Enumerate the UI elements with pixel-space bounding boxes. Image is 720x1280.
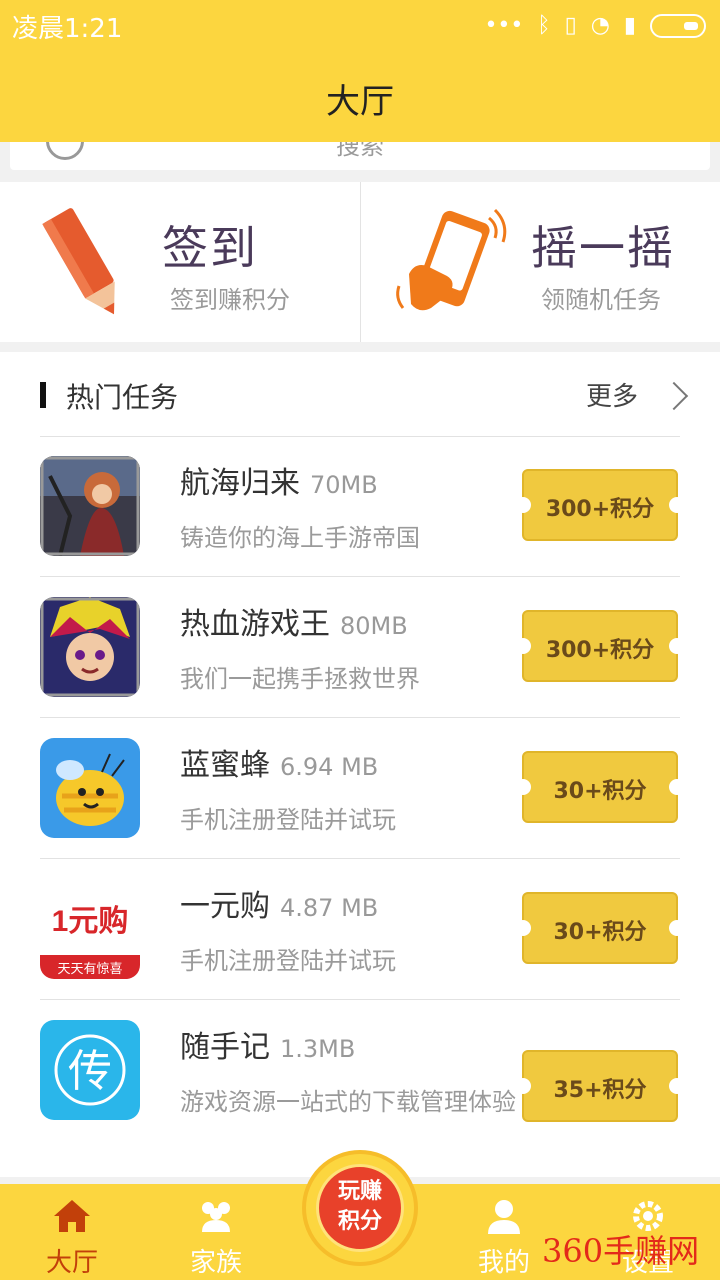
more-dots-icon: ••• xyxy=(484,13,524,38)
task-row[interactable]: 航海归来 70MB 铸造你的海上手游帝国 300+积分 xyxy=(0,436,720,577)
earn-points-button[interactable]: 玩赚 积分 xyxy=(302,1150,418,1266)
tab-label: 家族 xyxy=(189,1248,242,1278)
vibrate-icon: ▯ xyxy=(564,13,577,38)
task-description: 我们一起携手拯救世界 xyxy=(180,665,420,693)
app-header: 大厅 xyxy=(0,52,720,142)
task-description: 铸造你的海上手游帝国 xyxy=(180,524,420,552)
tab-label: 大厅 xyxy=(45,1248,98,1278)
reward-ticket[interactable]: 30+积分 xyxy=(515,751,685,823)
task-size: 80MB xyxy=(340,612,408,640)
task-size: 4.87 MB xyxy=(280,894,379,922)
task-name: 蓝蜜蜂 6.94 MB xyxy=(180,748,379,783)
tab-family[interactable]: 家族 xyxy=(156,1184,276,1280)
game-icon-rexue xyxy=(40,597,140,697)
bluetooth-icon: ᛒ xyxy=(537,13,551,38)
section-marker xyxy=(40,382,46,408)
task-description: 手机注册登陆并试玩 xyxy=(180,806,396,834)
search-placeholder: 搜索 xyxy=(336,142,384,160)
task-row[interactable]: 蓝蜜蜂 6.94 MB 手机注册登陆并试玩 30+积分 xyxy=(0,718,720,859)
task-name: 随手记 1.3MB xyxy=(180,1030,356,1065)
status-icons: ••• ᛒ ▯ ◔ ▮ xyxy=(484,10,706,42)
reward-label: 300+积分 xyxy=(545,497,655,522)
quick-actions: 签到 签到赚积分 摇一摇 领随机任务 xyxy=(0,182,720,342)
task-name: 航海归来 70MB xyxy=(180,466,378,501)
sign-in-card[interactable]: 签到 签到赚积分 xyxy=(0,182,360,342)
shake-phone-icon xyxy=(396,208,507,311)
shake-card[interactable]: 摇一摇 领随机任务 xyxy=(360,182,720,342)
reward-label: 30+积分 xyxy=(553,920,647,945)
hot-tasks-title: 热门任务 xyxy=(66,381,179,414)
task-size: 70MB xyxy=(310,471,378,499)
reward-label: 300+积分 xyxy=(545,638,655,663)
more-link[interactable]: 更多 xyxy=(586,376,638,413)
reward-ticket[interactable]: 300+积分 xyxy=(515,610,685,682)
svg-text:1元购: 1元购 xyxy=(52,905,129,938)
svg-text:天天有惊喜: 天天有惊喜 xyxy=(57,961,122,976)
reward-ticket[interactable]: 300+积分 xyxy=(515,469,685,541)
home-icon xyxy=(54,1200,90,1232)
shake-subtitle: 领随机任务 xyxy=(541,286,661,314)
family-icon xyxy=(202,1202,230,1232)
task-name: 一元购 4.87 MB xyxy=(180,889,379,924)
svg-text:传: 传 xyxy=(68,1046,112,1097)
reward-ticket[interactable]: 35+积分 xyxy=(515,1050,685,1122)
status-time: 凌晨1:21 xyxy=(12,14,123,44)
hot-tasks-header: 热门任务 更多 xyxy=(0,352,720,436)
user-icon xyxy=(488,1200,520,1234)
earn-points-label: 玩赚 积分 xyxy=(337,1179,382,1234)
sign-in-title: 签到 xyxy=(162,221,258,275)
task-name: 热血游戏王 80MB xyxy=(180,607,408,642)
battery-icon xyxy=(650,14,706,38)
shake-title: 摇一摇 xyxy=(531,221,675,275)
yiyuangou-app-icon: 1元购 天天有惊喜 xyxy=(40,879,140,979)
game-icon-hanghai xyxy=(40,456,140,556)
task-size: 1.3MB xyxy=(280,1035,356,1063)
earn-points-badge: 玩赚 积分 xyxy=(316,1164,404,1252)
wifi-icon: ◔ xyxy=(590,13,610,38)
task-row[interactable]: 热血游戏王 80MB 我们一起携手拯救世界 300+积分 xyxy=(0,577,720,718)
task-description: 手机注册登陆并试玩 xyxy=(180,947,396,975)
watermark: 360手赚网 xyxy=(542,1232,700,1270)
pencil-icon xyxy=(42,208,115,315)
task-row[interactable]: 1元购 天天有惊喜 一元购 4.87 MB 手机注册登陆并试玩 30+积分 xyxy=(0,859,720,1000)
search-input[interactable]: 搜索 xyxy=(10,142,710,170)
tab-home[interactable]: 大厅 xyxy=(12,1184,132,1280)
bee-app-icon xyxy=(40,738,140,838)
signal-icon: ▮ xyxy=(623,13,636,38)
sign-in-subtitle: 签到赚积分 xyxy=(170,286,290,314)
hot-tasks-section: 热门任务 更多 航海归来 70MB 铸造你的海上手游帝国 300+积分 热血游戏… xyxy=(0,352,720,1177)
task-description: 游戏资源一站式的下载管理体验 xyxy=(180,1088,516,1116)
search-area: 搜索 xyxy=(0,142,720,178)
chevron-right-icon[interactable] xyxy=(659,381,689,411)
reward-label: 30+积分 xyxy=(553,779,647,804)
reward-label: 35+积分 xyxy=(553,1078,647,1103)
status-bar: 凌晨1:21 ••• ᛒ ▯ ◔ ▮ xyxy=(0,0,720,52)
suishouji-app-icon: 传 xyxy=(40,1020,140,1120)
reward-ticket[interactable]: 30+积分 xyxy=(515,892,685,964)
task-size: 6.94 MB xyxy=(280,753,379,781)
page-title: 大厅 xyxy=(326,82,394,122)
